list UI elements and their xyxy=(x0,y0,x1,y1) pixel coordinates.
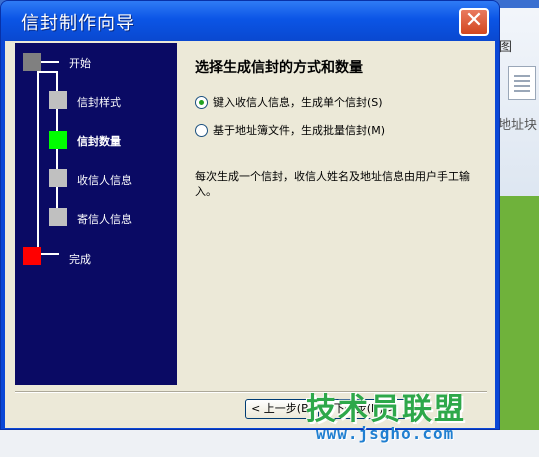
step-quantity-marker xyxy=(49,131,67,149)
background-green-area xyxy=(494,196,539,457)
close-button[interactable]: ✕ xyxy=(459,8,489,36)
wizard-steps-pane: 开始 信封样式 信封数量 收信人信息 寄信人信息 完成 xyxy=(15,43,177,385)
watermark: 技术员联盟 www.jsgho.com xyxy=(306,384,496,444)
watermark-url: www.jsgho.com xyxy=(316,424,455,443)
envelope-wizard-dialog: 信封制作向导 ✕ 开始 信封样式 信封数量 收信人信息 寄信人信息 完成 选择生… xyxy=(0,0,500,430)
step-recipient-marker xyxy=(49,169,67,187)
close-icon: ✕ xyxy=(464,8,484,33)
radio-batch-envelope[interactable] xyxy=(195,123,208,137)
watermark-title: 技术员联盟 xyxy=(306,392,466,427)
page-heading: 选择生成信封的方式和数量 xyxy=(195,60,363,76)
radio-single-envelope[interactable] xyxy=(195,95,208,109)
step-finish-label: 完成 xyxy=(69,253,91,266)
option-description: 每次生成一个信封，收信人姓名及地址信息由用户手工输入。 xyxy=(195,170,470,198)
address-block-label[interactable]: 地址块 xyxy=(498,114,537,133)
step-recipient-label: 收信人信息 xyxy=(77,174,132,187)
step-start-label: 开始 xyxy=(69,57,91,70)
option-batch-label[interactable]: 基于地址簿文件，生成批量信封(M) xyxy=(213,122,385,138)
step-start-marker xyxy=(23,53,41,71)
option-batch-envelope[interactable]: 基于地址簿文件，生成批量信封(M) xyxy=(195,122,385,138)
step-connector-h1 xyxy=(37,71,58,73)
step-style-label: 信封样式 xyxy=(77,96,121,109)
dialog-client-area: 开始 信封样式 信封数量 收信人信息 寄信人信息 完成 选择生成信封的方式和数量… xyxy=(5,41,495,428)
step-connector-main xyxy=(37,71,39,253)
step-quantity-label: 信封数量 xyxy=(77,135,121,148)
option-single-envelope[interactable]: 键入收信人信息，生成单个信封(S) xyxy=(195,94,383,110)
step-finish-marker xyxy=(23,247,41,265)
document-icon[interactable] xyxy=(508,66,536,100)
option-single-label[interactable]: 键入收信人信息，生成单个信封(S) xyxy=(213,94,383,110)
step-style-marker xyxy=(49,91,67,109)
dialog-title: 信封制作向导 xyxy=(21,13,135,34)
step-sender-marker xyxy=(49,208,67,226)
step-sender-label: 寄信人信息 xyxy=(77,213,132,226)
dialog-titlebar[interactable]: 信封制作向导 ✕ xyxy=(1,1,499,41)
